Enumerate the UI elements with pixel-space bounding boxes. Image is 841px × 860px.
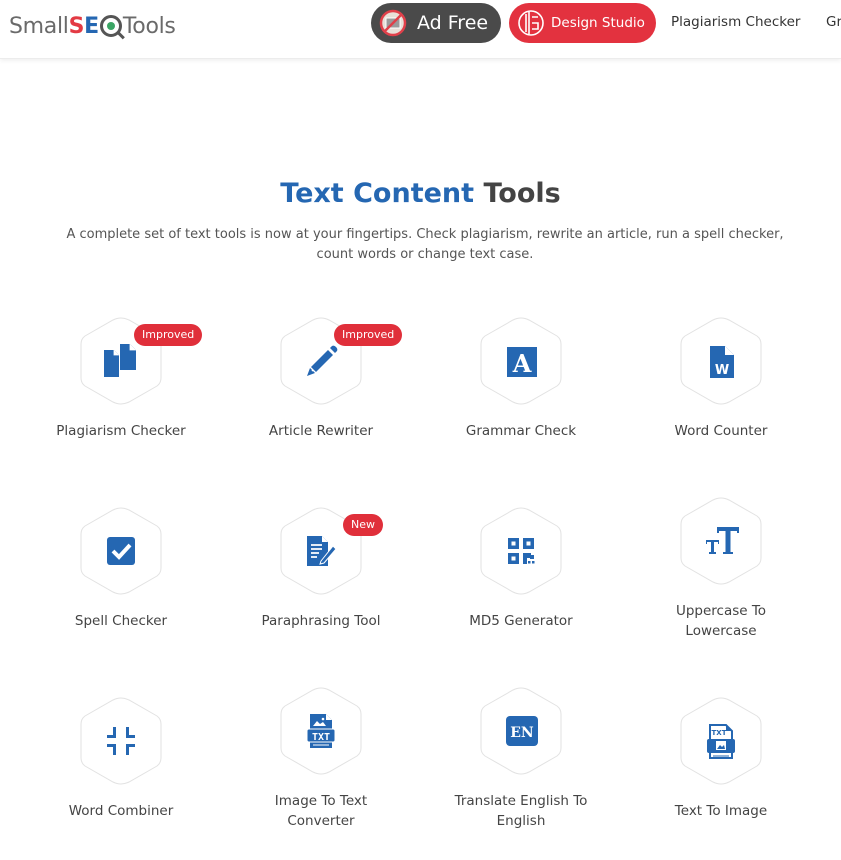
no-ads-icon: [379, 9, 407, 37]
pencil-icon: [301, 341, 341, 381]
txt-image-icon-text: TXT: [712, 729, 727, 737]
tool-label: MD5 Generator: [469, 613, 573, 629]
hexagon-frame: [479, 506, 563, 596]
txt-image-icon: TXT: [701, 721, 741, 761]
tool-article-rewriter[interactable]: Improved Article Rewriter: [221, 316, 421, 476]
tool-translate-english-to-english[interactable]: EN Translate English To English: [421, 686, 621, 846]
tool-label: Plagiarism Checker: [56, 423, 186, 439]
ad-free-button[interactable]: Ad Free: [371, 3, 501, 43]
tool-spell-checker[interactable]: Spell Checker: [21, 506, 221, 666]
label-line-1: Translate English To: [454, 793, 588, 809]
tool-label: Grammar Check: [465, 423, 577, 439]
tool-paraphrasing-tool[interactable]: New Paraphrasing Tool: [221, 506, 421, 666]
qr-code-icon: [501, 531, 541, 571]
hexagon-frame: EN: [479, 686, 563, 776]
hexagon-frame: [679, 496, 763, 586]
hexagon-frame: TXT: [679, 696, 763, 786]
site-header: Small S E Tools Ad Free Design Studio Pl…: [0, 0, 841, 59]
tool-label: Text To Image: [674, 803, 768, 819]
image-txt-icon: TXT: [301, 711, 341, 751]
tool-label: Word Counter: [674, 423, 768, 439]
document-edit-icon: [301, 531, 341, 571]
logo-s-text: S: [68, 13, 85, 39]
tool-image-to-text-converter[interactable]: TXT Image To Text Converter: [221, 686, 421, 846]
tool-grammar-check[interactable]: A Grammar Check: [421, 316, 621, 476]
section-title: Text Content Tools: [0, 178, 841, 209]
site-logo[interactable]: Small S E Tools: [9, 8, 176, 44]
tool-text-to-image[interactable]: TXT Text To Image: [621, 696, 821, 856]
label-line-1: Image To Text: [274, 793, 368, 809]
hexagon-frame: [79, 506, 163, 596]
en-icon: EN: [501, 711, 541, 751]
image-txt-icon-text: TXT: [312, 732, 330, 743]
tool-label: Translate English To English: [421, 791, 621, 831]
tool-label: Spell Checker: [74, 613, 168, 629]
new-badge: New: [343, 514, 383, 536]
label-line-2: English: [496, 813, 546, 829]
checkbox-icon: [101, 531, 141, 571]
compress-icon: [101, 721, 141, 761]
tool-label: Image To Text Converter: [221, 791, 421, 831]
magnifier-icon: [99, 15, 122, 37]
tool-label: Uppercase To Lowercase: [621, 601, 821, 641]
copy-documents-icon: [101, 341, 141, 381]
en-icon-text: EN: [510, 725, 534, 741]
hexagon-frame: A: [479, 316, 563, 406]
ad-free-label: Ad Free: [417, 12, 489, 34]
tool-label: Word Combiner: [68, 803, 174, 819]
label-line-2: Converter: [287, 813, 355, 829]
design-studio-label: Design Studio: [551, 15, 645, 31]
tool-word-counter[interactable]: W Word Counter: [621, 316, 821, 476]
word-document-icon: W: [701, 341, 741, 381]
tool-label: Article Rewriter: [268, 423, 374, 439]
description-line-1: A complete set of text tools is now at y…: [66, 227, 784, 242]
label-line-1: Uppercase To: [675, 603, 767, 619]
logo-tools-text: Tools: [122, 13, 176, 39]
description-line-2: count words or change text case.: [316, 247, 534, 262]
hexagon-frame: [79, 696, 163, 786]
improved-badge: Improved: [134, 324, 203, 346]
section-description: A complete set of text tools is now at y…: [60, 225, 790, 265]
tool-uppercase-to-lowercase[interactable]: Uppercase To Lowercase: [621, 496, 821, 656]
nav-plagiarism-checker[interactable]: Plagiarism Checker: [671, 14, 800, 30]
logo-small-text: Small: [9, 13, 69, 39]
tool-md5-generator[interactable]: MD5 Generator: [421, 506, 621, 666]
tool-plagiarism-checker[interactable]: Improved Plagiarism Checker: [21, 316, 221, 476]
text-case-icon: [701, 521, 741, 561]
tool-label: Paraphrasing Tool: [261, 613, 381, 629]
hexagon-frame: W: [679, 316, 763, 406]
improved-badge: Improved: [334, 324, 403, 346]
grammar-icon-letter: A: [512, 349, 532, 378]
design-studio-logo-icon: [517, 9, 545, 37]
letter-a-icon: A: [501, 341, 541, 381]
label-line-2: Lowercase: [685, 623, 757, 639]
logo-e-text: E: [84, 13, 99, 39]
hexagon-frame: TXT: [279, 686, 363, 776]
design-studio-button[interactable]: Design Studio: [509, 3, 656, 43]
word-icon-letter: W: [715, 363, 729, 378]
nav-grammar-truncated[interactable]: Gr: [826, 14, 841, 30]
section-title-dark: Tools: [483, 178, 561, 209]
tool-word-combiner[interactable]: Word Combiner: [21, 696, 221, 856]
section-title-blue: Text Content: [280, 178, 475, 209]
